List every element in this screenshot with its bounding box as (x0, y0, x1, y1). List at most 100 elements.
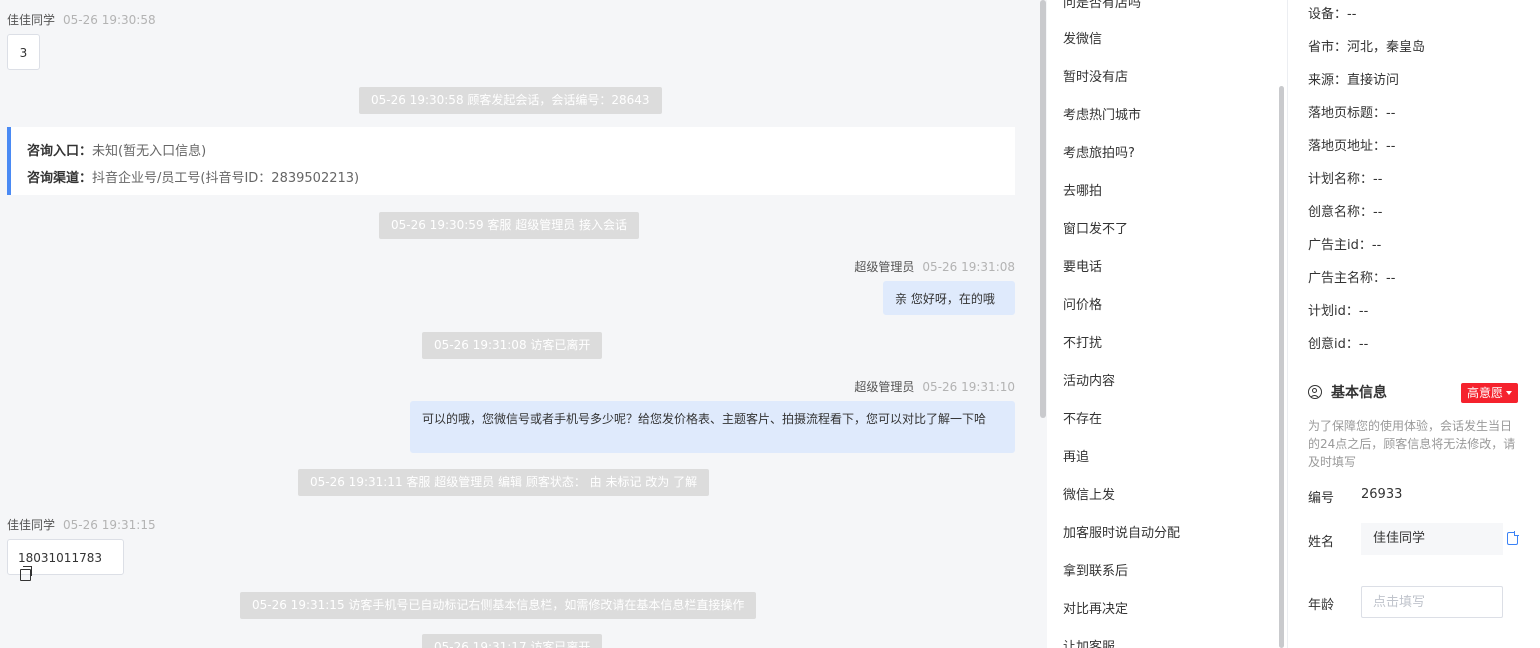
consult-entry-card: 咨询入口：未知(暂无入口信息) 咨询渠道：抖音企业号/员工号(抖音号ID：283… (7, 127, 1015, 195)
info-label: 设备： (1308, 7, 1348, 22)
quick-reply-item[interactable]: 加客服时说自动分配 (1063, 522, 1180, 541)
quick-reply-item[interactable]: 微信上发 (1063, 484, 1115, 503)
message-header: 佳佳同学 05-26 19:31:15 (7, 516, 156, 533)
consult-channel-row: 咨询渠道：抖音企业号/员工号(抖音号ID：2839502213) (27, 165, 999, 192)
quick-reply-item[interactable]: 活动内容 (1063, 370, 1115, 389)
message-text: 亲 您好呀，在的哦 (895, 292, 995, 306)
quick-reply-item[interactable]: 发微信 (1063, 28, 1102, 47)
info-value: -- (1386, 139, 1396, 154)
id-value: 26933 (1361, 487, 1403, 502)
quick-reply-item[interactable]: 让加客服 (1063, 636, 1115, 648)
sender-name: 佳佳同学 (7, 13, 56, 27)
info-label: 广告主名称： (1308, 271, 1387, 286)
basic-info-title: 基本信息 (1308, 382, 1387, 402)
quick-reply-item[interactable]: 要电话 (1063, 256, 1102, 275)
consult-channel-label: 咨询渠道： (27, 171, 93, 186)
visitor-message-bubble: 18031011783 (7, 539, 124, 581)
message-time: 05-26 19:31:10 (922, 380, 1015, 394)
quick-reply-item[interactable]: 对比再决定 (1063, 598, 1128, 617)
quick-reply-item[interactable]: 考虑旅拍吗? (1063, 142, 1135, 161)
quick-reply-item[interactable]: 问价格 (1063, 294, 1102, 313)
quick-reply-scrollbar[interactable] (1279, 86, 1284, 648)
message-time: 05-26 19:30:58 (63, 13, 156, 27)
sender-name: 超级管理员 (854, 380, 915, 394)
info-label: 计划名称： (1308, 172, 1374, 187)
info-value: -- (1371, 238, 1382, 253)
info-value: -- (1386, 106, 1396, 121)
info-label: 创意名称： (1308, 205, 1374, 220)
info-label: 落地页标题： (1308, 106, 1387, 121)
quick-reply-item[interactable]: 不存在 (1063, 408, 1102, 427)
chat-panel[interactable]: 佳佳同学 05-26 19:30:58 3 05-26 19:30:58 顾客发起… (0, 0, 1028, 648)
message-header: 超级管理员 05-26 19:31:10 (854, 378, 1015, 395)
info-label: 计划id： (1308, 304, 1359, 319)
info-landing-title: 落地页标题：-- (1308, 102, 1395, 121)
system-notice: 05-26 19:31:15 访客手机号已自动标记右侧基本信息栏，如需修改请在基… (240, 592, 757, 619)
age-label: 年龄 (1308, 598, 1335, 613)
system-notice: 05-26 19:30:59 客服 超级管理员 接入会话 (379, 212, 640, 239)
info-label: 省市： (1308, 40, 1348, 55)
info-plan-name: 计划名称：-- (1308, 168, 1382, 187)
info-value: -- (1373, 172, 1383, 187)
system-notice: 05-26 19:31:17 访客已离开 (422, 634, 603, 648)
info-province-city: 省市：河北，秦皇岛 (1308, 36, 1425, 55)
message-text: 可以的哦，您微信号或者手机号多少呢？给您发价格表、主题客片、拍摄流程看下，您可以… (422, 412, 987, 426)
quick-reply-item[interactable]: 窗口发不了 (1063, 218, 1128, 237)
message-text: 3 (19, 46, 28, 60)
quick-reply-item[interactable]: 去哪拍 (1063, 180, 1102, 199)
info-label: 落地页地址： (1308, 139, 1387, 154)
chat-scrollbar[interactable] (1040, 0, 1046, 418)
intent-level-dropdown[interactable]: 高意愿 (1461, 383, 1519, 403)
intent-level-label: 高意愿 (1467, 386, 1504, 400)
info-source: 来源：直接访问 (1308, 69, 1399, 88)
quick-reply-list[interactable]: 问是否有店吗 发微信 暂时没有店 考虑热门城市 考虑旅拍吗? 去哪拍 窗口发不了… (1047, 0, 1287, 648)
agent-message-bubble: 可以的哦，您微信号或者手机号多少呢？给您发价格表、主题客片、拍摄流程看下，您可以… (410, 401, 1015, 453)
info-label: 创意id： (1308, 337, 1359, 352)
info-value: -- (1358, 304, 1369, 319)
user-icon (1308, 385, 1322, 399)
system-notice: 05-26 19:31:11 客服 超级管理员 编辑 顾客状态： 由 未标记 改… (298, 469, 710, 496)
id-label: 编号 (1308, 491, 1335, 506)
system-notice: 05-26 19:31:08 访客已离开 (422, 332, 603, 359)
consult-channel-value: 抖音企业号/员工号(抖音号ID：2839502213) (92, 171, 360, 186)
visitor-message-bubble: 3 (7, 34, 40, 70)
age-input[interactable] (1361, 586, 1503, 618)
consult-entry-value: 未知(暂无入口信息) (92, 144, 207, 159)
name-label: 姓名 (1308, 535, 1335, 550)
sender-name: 佳佳同学 (7, 518, 56, 532)
quick-reply-item[interactable]: 问是否有店吗 (1063, 0, 1141, 11)
basic-info-title-text: 基本信息 (1331, 385, 1387, 401)
message-header: 佳佳同学 05-26 19:30:58 (7, 11, 156, 28)
sender-name: 超级管理员 (854, 260, 915, 274)
info-label: 广告主id： (1308, 238, 1372, 253)
quick-reply-item[interactable]: 考虑热门城市 (1063, 104, 1141, 123)
copy-icon[interactable] (20, 566, 32, 581)
info-creative-name: 创意名称：-- (1308, 201, 1382, 220)
customer-info-panel: 设备：-- 省市：河北，秦皇岛 来源：直接访问 落地页标题：-- 落地页地址：-… (1287, 0, 1540, 648)
quick-reply-item[interactable]: 不打扰 (1063, 332, 1102, 351)
caret-down-icon (1506, 391, 1513, 395)
name-field[interactable]: 佳佳同学 (1361, 523, 1503, 555)
info-device: 设备：-- (1308, 3, 1356, 22)
agent-message-bubble: 亲 您好呀，在的哦 (883, 281, 1015, 315)
info-value: -- (1358, 337, 1369, 352)
info-landing-url: 落地页地址：-- (1308, 135, 1395, 154)
info-advertiser-name: 广告主名称：-- (1308, 267, 1395, 286)
consult-entry-row: 咨询入口：未知(暂无入口信息) (27, 138, 999, 165)
info-plan-id: 计划id：-- (1308, 300, 1368, 319)
info-label: 来源： (1308, 73, 1348, 88)
quick-reply-item[interactable]: 拿到联系后 (1063, 560, 1128, 579)
system-notice: 05-26 19:30:58 顾客发起会话，会话编号：28643 (359, 87, 662, 114)
message-header: 超级管理员 05-26 19:31:08 (854, 258, 1015, 275)
edit-deadline-notice: 为了保障您的使用体验，会话发生当日的24点之后，顾客信息将无法修改，请及时填写 (1308, 419, 1516, 469)
info-value: -- (1373, 205, 1383, 220)
message-time: 05-26 19:31:08 (922, 260, 1015, 274)
info-advertiser-id: 广告主id：-- (1308, 234, 1381, 253)
info-value: -- (1347, 7, 1357, 22)
consult-entry-label: 咨询入口： (27, 144, 93, 159)
message-text: 18031011783 (18, 551, 102, 565)
document-copy-icon[interactable] (1507, 531, 1519, 545)
info-value: 直接访问 (1347, 73, 1400, 88)
quick-reply-item[interactable]: 暂时没有店 (1063, 66, 1128, 85)
quick-reply-item[interactable]: 再追 (1063, 446, 1089, 465)
